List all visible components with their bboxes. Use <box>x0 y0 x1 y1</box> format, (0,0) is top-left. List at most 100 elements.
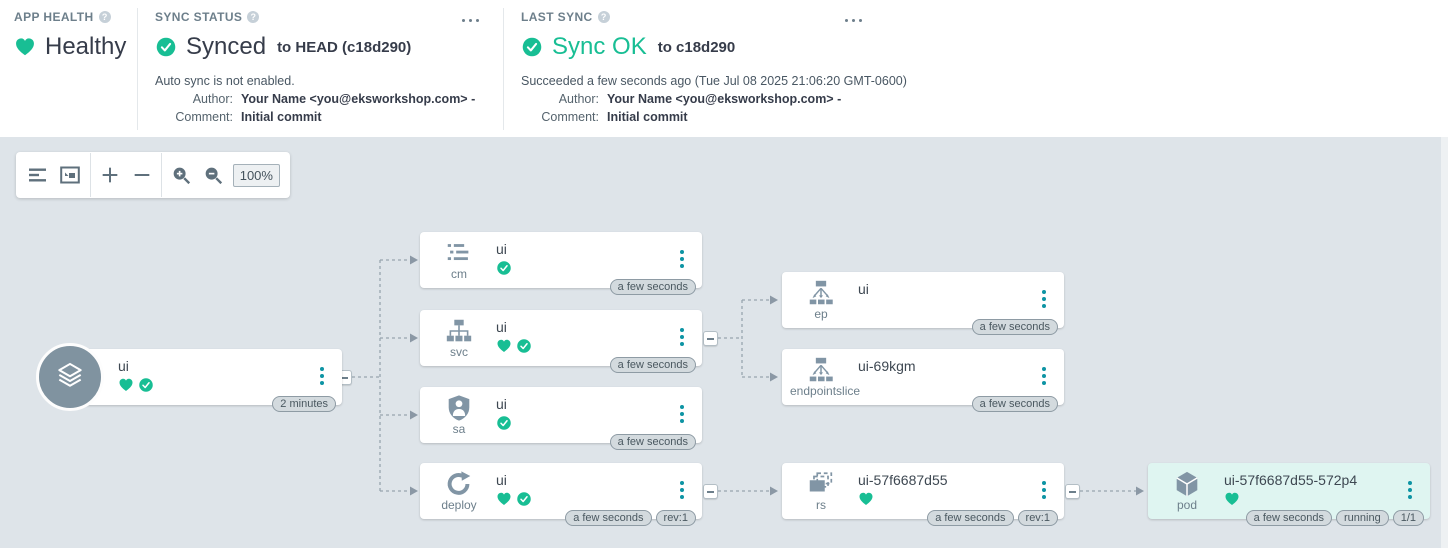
last-sync-revision: to c18d290 <box>658 39 736 56</box>
node-pod-ui-57f6687d55-572p4[interactable]: pod ui-57f6687d55-572p4 a few seconds ru… <box>1148 463 1430 519</box>
node-menu-button[interactable] <box>674 249 690 271</box>
app-health-section: APP HEALTH Healthy <box>14 10 126 61</box>
list-layout-icon <box>26 163 50 187</box>
resource-kind: deploy <box>428 498 490 512</box>
author-value: Your Name <you@eksworkshop.com> - <box>241 92 475 106</box>
node-application-ui[interactable]: ui 2 minutes <box>60 349 342 405</box>
magnify-in-button[interactable] <box>169 160 194 190</box>
zoom-in-button[interactable] <box>98 160 123 190</box>
deployment-icon <box>444 469 474 499</box>
sync-ok-icon <box>521 36 543 58</box>
vertical-scrollbar[interactable] <box>1441 137 1448 548</box>
app-status-bar: APP HEALTH Healthy SYNC STATUS Synced to… <box>0 0 1448 137</box>
collapse-button[interactable] <box>703 331 718 346</box>
fit-image-icon <box>58 163 82 187</box>
service-icon <box>444 316 474 346</box>
zoom-level-input[interactable]: 100% <box>233 164 280 187</box>
sync-status-menu-button[interactable] <box>460 14 482 28</box>
resource-tree-canvas: 100% ui 2 minutes <box>0 137 1448 548</box>
last-sync-status: Sync OK <box>552 33 647 61</box>
node-menu-button[interactable] <box>674 404 690 426</box>
healthy-icon <box>1224 491 1240 507</box>
heart-icon <box>14 36 36 58</box>
node-configmap-ui[interactable]: cm ui a few seconds <box>420 232 702 288</box>
age-badge: a few seconds <box>565 510 651 526</box>
magnifier-minus-icon <box>202 164 224 186</box>
collapse-button[interactable] <box>703 484 718 499</box>
synced-icon <box>516 491 532 507</box>
revision-badge: rev:1 <box>656 510 696 526</box>
argocd-application-view: APP HEALTH Healthy SYNC STATUS Synced to… <box>0 0 1448 548</box>
configmap-icon <box>444 238 474 268</box>
age-badge: a few seconds <box>1246 510 1332 526</box>
node-menu-button[interactable] <box>674 480 690 502</box>
age-badge: a few seconds <box>610 357 696 373</box>
plus-icon <box>99 164 121 186</box>
resource-kind: sa <box>428 422 490 436</box>
endpointslice-icon <box>806 355 836 385</box>
healthy-icon <box>496 338 512 354</box>
section-divider <box>137 8 138 130</box>
collapse-button[interactable] <box>1065 484 1080 499</box>
resource-kind: svc <box>428 345 490 359</box>
help-icon[interactable] <box>247 11 259 23</box>
fit-to-screen-button[interactable] <box>58 160 83 190</box>
graph-toolbar: 100% <box>16 152 290 198</box>
replicaset-icon <box>806 469 836 499</box>
age-badge: a few seconds <box>610 279 696 295</box>
node-title: ui <box>496 472 532 488</box>
age-badge: a few seconds <box>972 396 1058 412</box>
layout-list-button[interactable] <box>26 160 51 190</box>
healthy-icon <box>858 491 874 507</box>
serviceaccount-icon <box>444 393 474 423</box>
age-badge: a few seconds <box>972 319 1058 335</box>
node-replicaset-ui-57f6687d55[interactable]: rs ui-57f6687d55 a few seconds rev:1 <box>782 463 1064 519</box>
node-menu-button[interactable] <box>1036 480 1052 502</box>
node-serviceaccount-ui[interactable]: sa ui a few seconds <box>420 387 702 443</box>
synced-icon <box>516 338 532 354</box>
zoom-out-button[interactable] <box>129 160 154 190</box>
last-sync-label: LAST SYNC <box>521 10 593 24</box>
node-title: ui <box>858 281 869 297</box>
node-title: ui <box>496 396 512 412</box>
comment-value: Initial commit <box>241 110 322 124</box>
node-title: ui-57f6687d55-572p4 <box>1224 472 1357 488</box>
node-title: ui-69kgm <box>858 358 916 374</box>
revision-badge: rev:1 <box>1018 510 1058 526</box>
sync-revision: to HEAD (c18d290) <box>277 39 411 56</box>
node-menu-button[interactable] <box>1402 480 1418 502</box>
node-deployment-ui[interactable]: deploy ui a few seconds rev:1 <box>420 463 702 519</box>
node-menu-button[interactable] <box>1036 366 1052 388</box>
node-endpointslice-ui-69kgm[interactable]: endpointslice ui-69kgm a few seconds <box>782 349 1064 405</box>
magnify-out-button[interactable] <box>201 160 226 190</box>
synced-icon <box>496 260 512 276</box>
resource-kind: endpointslice <box>790 384 852 398</box>
author-label: Author: <box>521 92 599 106</box>
resource-kind: rs <box>790 498 852 512</box>
healthy-icon <box>118 377 134 393</box>
age-badge: a few seconds <box>610 434 696 450</box>
app-health-status: Healthy <box>45 33 126 61</box>
node-endpoints-ui[interactable]: ep ui a few seconds <box>782 272 1064 328</box>
help-icon[interactable] <box>598 11 610 23</box>
node-menu-button[interactable] <box>314 366 330 388</box>
help-icon[interactable] <box>99 11 111 23</box>
ready-badge: 1/1 <box>1393 510 1424 526</box>
age-badge: a few seconds <box>927 510 1013 526</box>
magnifier-plus-icon <box>170 164 192 186</box>
node-menu-button[interactable] <box>1036 289 1052 311</box>
last-sync-menu-button[interactable] <box>843 14 865 28</box>
pod-icon <box>1172 469 1202 499</box>
node-menu-button[interactable] <box>674 327 690 349</box>
toolbar-divider <box>90 153 91 197</box>
author-label: Author: <box>155 92 233 106</box>
node-service-ui[interactable]: svc ui a few seconds <box>420 310 702 366</box>
toolbar-divider <box>161 153 162 197</box>
resource-kind: cm <box>428 267 490 281</box>
synced-icon <box>496 415 512 431</box>
synced-icon <box>155 36 177 58</box>
sync-status-section: SYNC STATUS Synced to HEAD (c18d290) Aut… <box>155 10 475 124</box>
application-layers-icon <box>51 358 89 396</box>
comment-label: Comment: <box>521 110 599 124</box>
application-avatar <box>36 343 104 411</box>
